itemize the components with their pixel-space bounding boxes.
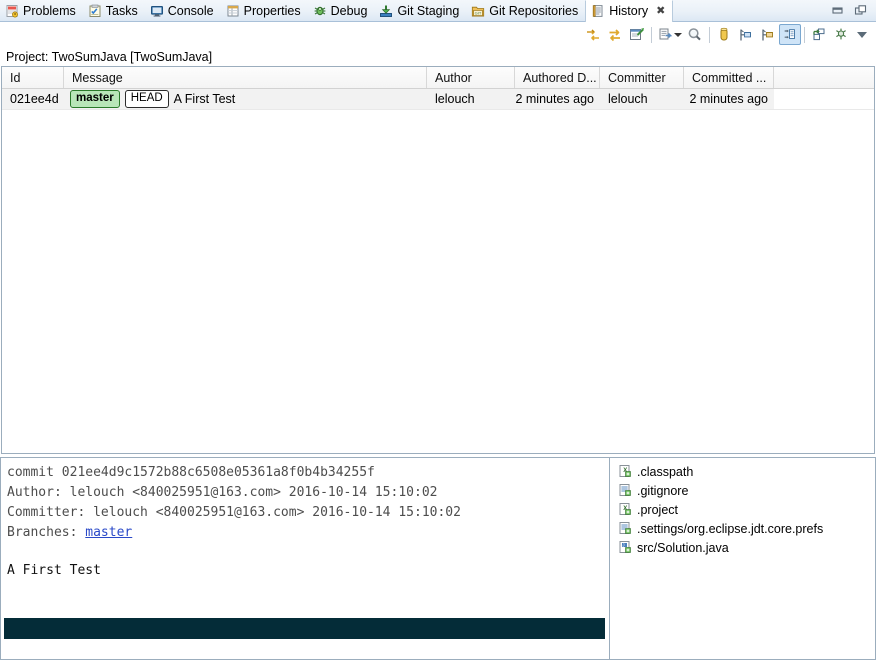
list-item[interactable]: .settings/org.eclipse.jdt.core.prefs xyxy=(610,519,875,538)
detail-committer-line: Committer: lelouch <840025951@163.com> 2… xyxy=(7,505,461,520)
xml-file-icon: X xyxy=(618,464,633,479)
additional-refs-icon[interactable] xyxy=(735,24,757,45)
follow-renames-icon[interactable] xyxy=(830,24,852,45)
branch-link-master[interactable]: master xyxy=(85,525,132,540)
tab-label: Git Staging xyxy=(397,3,460,18)
file-name: .gitignore xyxy=(637,483,689,498)
tab-console[interactable]: Console xyxy=(145,0,221,21)
problems-icon xyxy=(5,4,19,18)
minimize-icon[interactable] xyxy=(831,4,844,17)
view-menu-icon[interactable] xyxy=(857,31,867,38)
status-badge-head: HEAD xyxy=(124,89,169,109)
detail-message-body: A First Test xyxy=(7,563,101,578)
tab-history[interactable]: History ✖ xyxy=(585,0,674,22)
commit-table-body: 021ee4d master HEAD A First Test lelouch… xyxy=(2,89,874,453)
tab-label: Git Repositories xyxy=(489,3,579,18)
search-icon[interactable] xyxy=(684,24,706,45)
commit-table-header: Id Message Author Authored D... Committe… xyxy=(2,67,874,89)
tab-label: Console xyxy=(167,3,214,18)
cell-authored-date: 2 minutes ago xyxy=(515,89,600,109)
tasks-icon xyxy=(88,4,102,18)
text-file-icon xyxy=(618,483,633,498)
column-header-author[interactable]: Author xyxy=(427,67,515,88)
git-repositories-icon: GIT xyxy=(471,4,485,18)
tab-properties[interactable]: Properties xyxy=(221,0,308,21)
column-header-committed-date[interactable]: Committed ... xyxy=(684,67,774,88)
tab-label: Tasks xyxy=(105,3,138,18)
console-icon xyxy=(150,4,164,18)
detail-author-line: Author: lelouch <840025951@163.com> 2016… xyxy=(7,485,438,500)
maximize-icon[interactable] xyxy=(854,4,867,17)
toolbar-separator xyxy=(709,26,710,43)
history-toolbar xyxy=(0,22,876,47)
project-label-text: Project: TwoSumJava [TwoSumJava] xyxy=(6,49,213,64)
view-tab-bar: Problems Tasks Console Properties Debug … xyxy=(0,0,876,22)
column-header-message[interactable]: Message xyxy=(64,67,427,88)
cell-author: lelouch xyxy=(427,89,515,109)
status-badge-master: master xyxy=(70,89,120,109)
detail-branches-line: Branches: master xyxy=(7,523,609,543)
commit-table: Id Message Author Authored D... Committe… xyxy=(1,66,875,454)
column-header-committer[interactable]: Committer xyxy=(600,67,684,88)
window-controls xyxy=(831,0,876,21)
properties-icon xyxy=(226,4,240,18)
table-row[interactable]: 021ee4d master HEAD A First Test lelouch… xyxy=(2,89,874,110)
close-icon[interactable]: ✖ xyxy=(656,5,665,17)
java-file-icon: J xyxy=(618,540,633,555)
reuse-editor-icon[interactable] xyxy=(604,24,626,45)
tab-label: Properties xyxy=(243,3,301,18)
relative-dates-icon[interactable] xyxy=(779,24,801,45)
notes-icon[interactable] xyxy=(757,24,779,45)
changed-files-list: X .classpath .gitignore X .project .sett… xyxy=(609,457,876,660)
cell-committer: lelouch xyxy=(600,89,684,109)
column-header-id[interactable]: Id xyxy=(2,67,64,88)
text-file-icon xyxy=(618,521,633,536)
svg-text:GIT: GIT xyxy=(475,10,482,15)
list-item[interactable]: .gitignore xyxy=(610,481,875,500)
detail-highlight-bar xyxy=(4,618,605,639)
xml-file-icon: X xyxy=(618,502,633,517)
git-staging-icon xyxy=(379,4,393,18)
compare-versions-icon[interactable] xyxy=(808,24,830,45)
chevron-down-icon[interactable] xyxy=(674,32,682,37)
detail-commit-line: commit 021ee4d9c1572b88c6508e05361a8f0b4… xyxy=(7,465,375,480)
project-label: Project: TwoSumJava [TwoSumJava] xyxy=(0,47,876,66)
commit-message-text: A First Test xyxy=(173,92,236,106)
cell-id: 021ee4d xyxy=(2,89,64,109)
history-icon xyxy=(591,4,605,18)
tab-label: Debug xyxy=(330,3,368,18)
file-name: .settings/org.eclipse.jdt.core.prefs xyxy=(637,521,824,536)
tab-tasks[interactable]: Tasks xyxy=(83,0,145,21)
link-with-editor-icon[interactable] xyxy=(626,24,648,45)
list-item[interactable]: X .classpath xyxy=(610,462,875,481)
cell-message: master HEAD A First Test xyxy=(64,89,427,109)
commit-detail-split: commit 021ee4d9c1572b88c6508e05361a8f0b4… xyxy=(0,457,876,660)
column-header-authored-date[interactable]: Authored D... xyxy=(515,67,600,88)
all-branches-icon[interactable] xyxy=(713,24,735,45)
commit-id-text: 021ee4d xyxy=(10,92,59,106)
file-name: .project xyxy=(637,502,678,517)
tab-debug[interactable]: Debug xyxy=(308,0,375,21)
file-name: src/Solution.java xyxy=(637,540,729,555)
tab-git-repositories[interactable]: GIT Git Repositories xyxy=(466,0,585,21)
tab-label: Problems xyxy=(23,3,76,18)
cell-spacer xyxy=(774,89,874,109)
tab-label: History xyxy=(609,4,649,18)
list-item[interactable]: J src/Solution.java xyxy=(610,538,875,557)
toolbar-separator xyxy=(804,26,805,43)
list-item[interactable]: X .project xyxy=(610,500,875,519)
cell-committed-date: 2 minutes ago xyxy=(684,89,774,109)
tab-git-staging[interactable]: Git Staging xyxy=(374,0,466,21)
detail-branches-label: Branches: xyxy=(7,525,86,540)
tab-problems[interactable]: Problems xyxy=(0,0,83,21)
file-name: .classpath xyxy=(637,464,694,479)
debug-icon xyxy=(313,4,327,18)
commit-detail-panel[interactable]: commit 021ee4d9c1572b88c6508e05361a8f0b4… xyxy=(0,457,609,660)
toolbar-separator xyxy=(651,26,652,43)
column-header-spacer xyxy=(774,67,874,88)
svg-text:J: J xyxy=(622,543,624,548)
compare-mode-icon[interactable] xyxy=(582,24,604,45)
